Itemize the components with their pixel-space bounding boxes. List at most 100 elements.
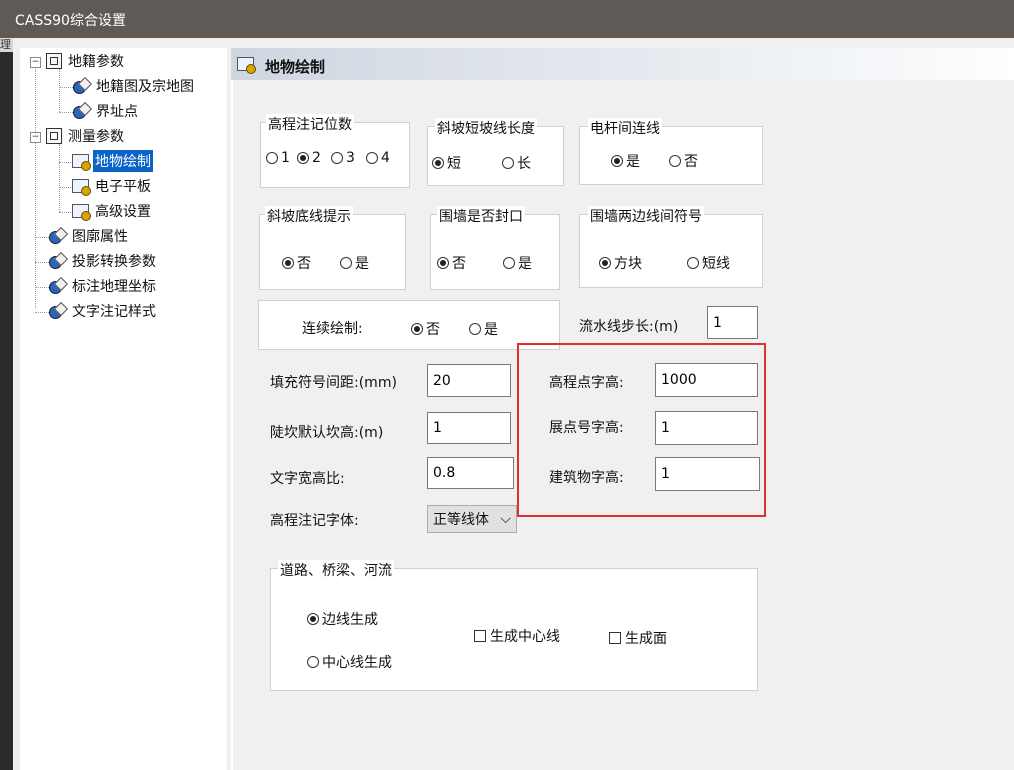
tree-line bbox=[59, 112, 73, 113]
radio-icon bbox=[469, 323, 481, 335]
book-icon bbox=[46, 128, 62, 144]
collapse-icon[interactable]: − bbox=[30, 132, 41, 143]
title-bar[interactable]: CASS90综合设置 bbox=[0, 0, 1014, 38]
slope-base-radio-yes[interactable]: 是 bbox=[340, 253, 369, 273]
pit-height-label: 陡坎默认坎高:(m) bbox=[270, 425, 384, 441]
settings-icon bbox=[48, 303, 66, 319]
flow-step-label: 流水线步长:(m) bbox=[579, 319, 679, 335]
group-label: 高程注记位数 bbox=[266, 114, 354, 134]
tree-line bbox=[59, 144, 60, 212]
tree-node-advanced-settings[interactable]: 高级设置 bbox=[72, 200, 153, 222]
chevron-down-icon: ⌵ bbox=[500, 511, 511, 527]
background-window-glyph: 理 bbox=[0, 38, 13, 52]
tree-node-survey-params[interactable]: 测量参数 bbox=[46, 125, 126, 147]
pole-link-radio-no[interactable]: 否 bbox=[669, 151, 698, 171]
elev-digits-radio-4[interactable]: 4 bbox=[366, 150, 390, 166]
radio-icon bbox=[307, 656, 319, 668]
tree-node-geo-coordinates[interactable]: 标注地理坐标 bbox=[48, 275, 158, 297]
tree-line bbox=[35, 287, 49, 288]
tree-node-boundary-point[interactable]: 界址点 bbox=[72, 100, 140, 122]
generate-centerline-checkbox[interactable]: 生成中心线 bbox=[474, 626, 560, 646]
tree-node-label: 界址点 bbox=[96, 104, 138, 120]
elev-digits-radio-3[interactable]: 3 bbox=[331, 150, 355, 166]
tree-node-label: 投影转换参数 bbox=[72, 254, 156, 270]
tree-node-text-style[interactable]: 文字注记样式 bbox=[48, 300, 158, 322]
group-label: 斜坡底线提示 bbox=[265, 206, 353, 226]
tree-node-cadastral-params[interactable]: 地籍参数 bbox=[46, 50, 126, 72]
elev-point-height-input[interactable] bbox=[655, 363, 758, 397]
elev-font-label: 高程注记字体: bbox=[270, 513, 359, 529]
radio-icon bbox=[266, 152, 278, 164]
tree-node-label: 地物绘制 bbox=[93, 150, 153, 172]
tree-node-label: 电子平板 bbox=[95, 179, 151, 195]
group-label: 道路、桥梁、河流 bbox=[278, 560, 394, 580]
tree-line bbox=[59, 162, 73, 163]
continuous-draw-radio-yes[interactable]: 是 bbox=[469, 319, 498, 339]
tree-node-electronic-tablet[interactable]: 电子平板 bbox=[72, 175, 153, 197]
slope-length-radio-short[interactable]: 短 bbox=[432, 153, 461, 173]
continuous-draw-radio-no[interactable]: 否 bbox=[411, 319, 440, 339]
fill-spacing-label: 填充符号间距:(mm) bbox=[270, 375, 397, 391]
elev-digits-radio-2[interactable]: 2 bbox=[297, 150, 321, 166]
tree-node-cadastral-map[interactable]: 地籍图及宗地图 bbox=[72, 75, 196, 97]
slope-base-radio-no[interactable]: 否 bbox=[282, 253, 311, 273]
tree-node-projection[interactable]: 投影转换参数 bbox=[48, 250, 158, 272]
fill-spacing-input[interactable] bbox=[427, 364, 511, 397]
pole-link-radio-yes[interactable]: 是 bbox=[611, 151, 640, 171]
flow-step-input[interactable] bbox=[707, 306, 758, 339]
tree-line bbox=[59, 187, 73, 188]
settings-icon bbox=[72, 78, 90, 94]
panel-title: 地物绘制 bbox=[265, 58, 326, 76]
elev-font-value: 正等线体 bbox=[433, 512, 489, 528]
spread-point-height-input[interactable] bbox=[655, 411, 758, 445]
background-window-edge: 理 bbox=[0, 38, 13, 770]
wall-closed-radio-no[interactable]: 否 bbox=[437, 253, 466, 273]
settings-tree: − − 地籍参数 地籍图及宗地图 界址点 测量参数 地物绘制 电子平板 高级设置… bbox=[20, 48, 227, 770]
drawing-icon bbox=[72, 179, 91, 196]
settings-icon bbox=[48, 228, 66, 244]
collapse-icon[interactable]: − bbox=[30, 57, 41, 68]
tree-node-label: 文字注记样式 bbox=[72, 304, 156, 320]
radio-selected-icon bbox=[611, 155, 623, 167]
elev-font-select[interactable]: 正等线体 ⌵ bbox=[427, 505, 517, 533]
generate-face-checkbox[interactable]: 生成面 bbox=[609, 628, 667, 648]
book-icon bbox=[46, 53, 62, 69]
window-title: CASS90综合设置 bbox=[15, 13, 126, 29]
elev-digits-radio-1[interactable]: 1 bbox=[266, 150, 290, 166]
tree-node-label: 高级设置 bbox=[95, 204, 151, 220]
road-radio-edge[interactable]: 边线生成 bbox=[307, 609, 378, 629]
tree-node-label: 标注地理坐标 bbox=[72, 279, 156, 295]
wall-closed-radio-yes[interactable]: 是 bbox=[503, 253, 532, 273]
radio-selected-icon bbox=[282, 257, 294, 269]
tree-node-feature-drawing[interactable]: 地物绘制 bbox=[72, 150, 153, 172]
text-ratio-input[interactable] bbox=[427, 457, 514, 489]
tree-line bbox=[35, 262, 49, 263]
tree-node-label: 测量参数 bbox=[68, 129, 124, 145]
group-label: 电杆间连线 bbox=[588, 118, 662, 138]
road-radio-centerline[interactable]: 中心线生成 bbox=[307, 652, 392, 672]
tree-line bbox=[59, 212, 73, 213]
tree-node-frame-attributes[interactable]: 图廓属性 bbox=[48, 225, 130, 247]
wall-symbol-radio-dash[interactable]: 短线 bbox=[687, 253, 730, 273]
radio-icon bbox=[687, 257, 699, 269]
drawing-icon bbox=[237, 57, 256, 74]
slope-length-radio-long[interactable]: 长 bbox=[502, 153, 531, 173]
settings-icon bbox=[48, 278, 66, 294]
tree-line bbox=[59, 87, 73, 88]
pit-height-input[interactable] bbox=[427, 412, 511, 444]
radio-selected-icon bbox=[599, 257, 611, 269]
settings-icon bbox=[72, 103, 90, 119]
radio-icon bbox=[366, 152, 378, 164]
group-label: 围墙是否封口 bbox=[437, 206, 525, 226]
tree-node-label: 地籍参数 bbox=[68, 54, 124, 70]
tree-line bbox=[35, 312, 49, 313]
building-height-input[interactable] bbox=[655, 457, 760, 491]
wall-symbol-radio-square[interactable]: 方块 bbox=[599, 253, 642, 273]
text-ratio-label: 文字宽高比: bbox=[270, 471, 345, 487]
elev-point-height-label: 高程点字高: bbox=[549, 375, 624, 391]
radio-icon bbox=[331, 152, 343, 164]
radio-icon bbox=[669, 155, 681, 167]
checkbox-icon bbox=[609, 632, 621, 644]
radio-selected-icon bbox=[437, 257, 449, 269]
tree-line bbox=[59, 68, 60, 112]
